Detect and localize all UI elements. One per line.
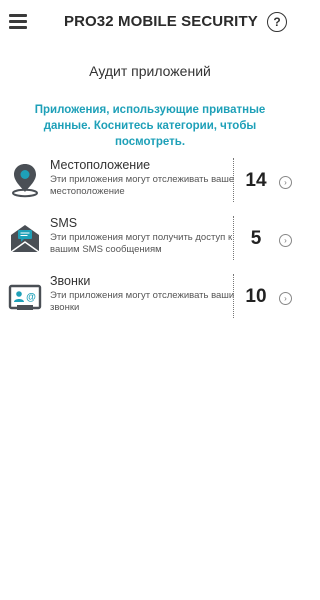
category-row-location[interactable]: Местоположение Эти приложения могут отсл… bbox=[0, 152, 300, 210]
calls-contact-icon: @ bbox=[8, 284, 42, 310]
app-count: 10 bbox=[245, 286, 267, 307]
chevron-right-icon[interactable]: › bbox=[279, 176, 292, 189]
category-name: Местоположение bbox=[50, 158, 151, 172]
divider bbox=[233, 158, 234, 202]
category-description: Эти приложения могут получить доступ к в… bbox=[50, 232, 233, 255]
category-name: Звонки bbox=[50, 274, 91, 288]
chevron-right-icon[interactable]: › bbox=[279, 292, 292, 305]
page-subtitle: Приложения, использующие приватные данны… bbox=[34, 104, 266, 148]
category-row-sms[interactable]: SMS Эти приложения могут получить доступ… bbox=[0, 210, 300, 268]
brand-logo: PRO32 MOBILE SECURITY bbox=[64, 13, 258, 30]
divider bbox=[233, 274, 234, 318]
category-name: SMS bbox=[50, 216, 78, 230]
page-title: Аудит приложений bbox=[89, 63, 211, 79]
location-pin-icon bbox=[12, 164, 38, 198]
svg-text:@: @ bbox=[26, 292, 36, 303]
menu-icon[interactable] bbox=[9, 14, 27, 30]
category-row-calls[interactable]: @ Звонки Эти приложения могут отслеживат… bbox=[0, 268, 300, 326]
app-count: 14 bbox=[245, 170, 267, 191]
help-button[interactable]: ? bbox=[267, 12, 287, 32]
category-description: Эти приложения могут отслеживать ваше ме… bbox=[50, 174, 235, 197]
category-description: Эти приложения могут отслеживать ваши зв… bbox=[50, 290, 235, 313]
chevron-right-icon[interactable]: › bbox=[279, 234, 292, 247]
app-header: PRO32 MOBILE SECURITY ? bbox=[0, 0, 300, 46]
sms-envelope-icon bbox=[10, 225, 40, 253]
app-count: 5 bbox=[250, 228, 262, 249]
divider bbox=[233, 216, 234, 260]
